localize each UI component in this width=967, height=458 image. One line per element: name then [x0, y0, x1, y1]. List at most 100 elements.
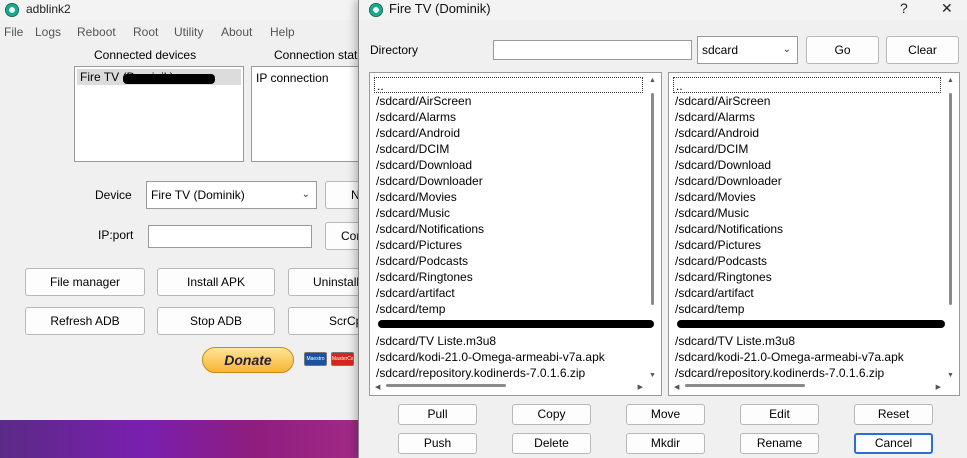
cancel-button[interactable]: Cancel: [854, 433, 933, 454]
device-file-row[interactable]: /sdcard/kodi-21.0-Omega-armeabi-v7a.apk: [374, 349, 643, 365]
scroll-right-arrow-icon[interactable]: ▶: [638, 383, 643, 391]
rename-button[interactable]: Rename: [740, 433, 819, 454]
scroll-down-arrow-icon[interactable]: ▼: [947, 372, 954, 379]
target-file-row[interactable]: /sdcard/artifact: [673, 285, 941, 301]
reset-button[interactable]: Reset: [854, 404, 933, 425]
ip-port-input[interactable]: [148, 225, 312, 248]
menu-help[interactable]: Help: [270, 25, 295, 39]
install-apk-button[interactable]: Install APK: [157, 268, 275, 296]
device-file-row[interactable]: /sdcard/AirScreen: [374, 93, 643, 109]
donate-button[interactable]: Donate: [202, 347, 294, 373]
menu-about[interactable]: About: [221, 25, 252, 39]
copy-button[interactable]: Copy: [512, 404, 591, 425]
device-select[interactable]: Fire TV (Dominik) ⌄: [146, 181, 317, 209]
dialog-title: Fire TV (Dominik): [389, 1, 491, 16]
device-file-row[interactable]: /sdcard/DCIM: [374, 141, 643, 157]
scroll-down-arrow-icon[interactable]: ▼: [649, 372, 656, 379]
scroll-left-arrow-icon[interactable]: ◀: [375, 383, 380, 391]
target-file-row[interactable]: /sdcard/Podcasts: [673, 253, 941, 269]
connected-devices-label: Connected devices: [94, 48, 197, 62]
connection-status-label: Connection stat: [274, 48, 358, 62]
menu-root[interactable]: Root: [133, 25, 158, 39]
device-file-row[interactable]: /sdcard/Ringtones: [374, 269, 643, 285]
main-title-bar: adblink2: [0, 0, 360, 20]
location-select[interactable]: sdcard ⌄: [697, 36, 798, 64]
refresh-adb-button[interactable]: Refresh ADB: [25, 307, 145, 335]
stop-adb-button[interactable]: Stop ADB: [157, 307, 275, 335]
target-list-hscroll-thumb[interactable]: [685, 384, 805, 387]
pull-button[interactable]: Pull: [398, 404, 477, 425]
adblink-app-icon: [369, 3, 383, 17]
edit-button[interactable]: Edit: [740, 404, 819, 425]
location-select-value: sdcard: [702, 43, 739, 57]
target-file-row[interactable]: /sdcard/AirScreen: [673, 93, 941, 109]
move-button[interactable]: Move: [626, 404, 705, 425]
target-file-items: ../sdcard/AirScreen/sdcard/Alarms/sdcard…: [673, 77, 941, 381]
device-file-row[interactable]: /sdcard/Downloader: [374, 173, 643, 189]
device-list-scrollbar[interactable]: ▲ ▼: [647, 77, 658, 379]
push-button[interactable]: Push: [398, 433, 477, 454]
scroll-up-arrow-icon[interactable]: ▲: [649, 77, 656, 84]
target-file-row[interactable]: /sdcard/DCIM: [673, 141, 941, 157]
device-file-list[interactable]: ../sdcard/AirScreen/sdcard/Alarms/sdcard…: [369, 72, 662, 396]
device-list-hscroll-thumb[interactable]: [386, 384, 506, 387]
device-file-row[interactable]: /sdcard/Alarms: [374, 109, 643, 125]
device-select-value: Fire TV (Dominik): [151, 188, 245, 202]
scroll-right-arrow-icon[interactable]: ▶: [936, 383, 941, 391]
target-file-row[interactable]: /sdcard/Notifications: [673, 221, 941, 237]
connected-devices-list[interactable]: Fire TV (Dominik): [74, 66, 244, 162]
help-icon[interactable]: ?: [900, 0, 908, 16]
target-list-scrollbar[interactable]: ▲ ▼: [945, 77, 956, 379]
target-file-row[interactable]: /sdcard/Android: [673, 125, 941, 141]
device-file-row[interactable]: /sdcard/Pictures: [374, 237, 643, 253]
device-file-row[interactable]: /sdcard/repository.kodinerds-7.0.1.6.zip: [374, 365, 643, 381]
device-file-row[interactable]: /sdcard/Podcasts: [374, 253, 643, 269]
target-file-row[interactable]: /sdcard/Ringtones: [673, 269, 941, 285]
scroll-up-arrow-icon[interactable]: ▲: [947, 77, 954, 84]
device-file-row[interactable]: /sdcard/Android: [374, 125, 643, 141]
scrcpy-button[interactable]: ScrCp: [288, 307, 368, 335]
mkdir-button[interactable]: Mkdir: [626, 433, 705, 454]
uninstall-button[interactable]: Uninstall: [288, 268, 368, 296]
connection-status-box: IP connection: [251, 66, 361, 162]
scroll-left-arrow-icon[interactable]: ◀: [674, 383, 679, 391]
target-file-list[interactable]: ../sdcard/AirScreen/sdcard/Alarms/sdcard…: [668, 72, 960, 396]
desktop-background: [0, 420, 360, 458]
menu-logs[interactable]: Logs: [35, 25, 61, 39]
target-file-row[interactable]: /sdcard/Music: [673, 205, 941, 221]
target-file-row[interactable]: /sdcard/kodi-21.0-Omega-armeabi-v7a.apk: [673, 349, 941, 365]
target-file-row[interactable]: /sdcard/Alarms: [673, 109, 941, 125]
mastercard-icon: MasterCard: [331, 352, 354, 366]
target-file-row[interactable]: ..: [673, 77, 941, 93]
menu-utility[interactable]: Utility: [174, 25, 203, 39]
target-file-row[interactable]: /sdcard/Download: [673, 157, 941, 173]
device-file-row[interactable]: /sdcard/Music: [374, 205, 643, 221]
adblink-app-icon: [5, 3, 19, 17]
chevron-down-icon: ⌄: [782, 44, 791, 55]
device-file-row[interactable]: /sdcard/temp: [374, 301, 643, 317]
directory-input[interactable]: [493, 40, 692, 60]
delete-button[interactable]: Delete: [512, 433, 591, 454]
directory-label: Directory: [370, 43, 419, 57]
target-file-row[interactable]: /sdcard/Downloader: [673, 173, 941, 189]
target-file-row[interactable]: /sdcard/TV Liste.m3u8: [673, 333, 941, 349]
device-file-row[interactable]: /sdcard/Download: [374, 157, 643, 173]
scrollbar-thumb[interactable]: [949, 93, 952, 305]
menu-reboot[interactable]: Reboot: [77, 25, 116, 39]
target-file-row[interactable]: /sdcard/temp: [673, 301, 941, 317]
device-file-row[interactable]: /sdcard/Notifications: [374, 221, 643, 237]
device-file-row[interactable]: ..: [374, 77, 643, 93]
menu-file[interactable]: File: [4, 25, 23, 39]
target-file-row[interactable]: /sdcard/Movies: [673, 189, 941, 205]
device-file-row[interactable]: /sdcard/artifact: [374, 285, 643, 301]
close-icon[interactable]: ✕: [941, 0, 953, 17]
clear-button[interactable]: Clear: [886, 36, 959, 64]
target-file-row[interactable]: /sdcard/Pictures: [673, 237, 941, 253]
file-manager-button[interactable]: File manager: [25, 268, 145, 296]
scrollbar-thumb[interactable]: [651, 93, 654, 305]
go-button[interactable]: Go: [806, 36, 879, 64]
dialog-title-bar: Fire TV (Dominik) ? ✕: [359, 0, 967, 20]
target-file-row[interactable]: /sdcard/repository.kodinerds-7.0.1.6.zip: [673, 365, 941, 381]
device-file-row[interactable]: /sdcard/Movies: [374, 189, 643, 205]
device-file-row[interactable]: /sdcard/TV Liste.m3u8: [374, 333, 643, 349]
